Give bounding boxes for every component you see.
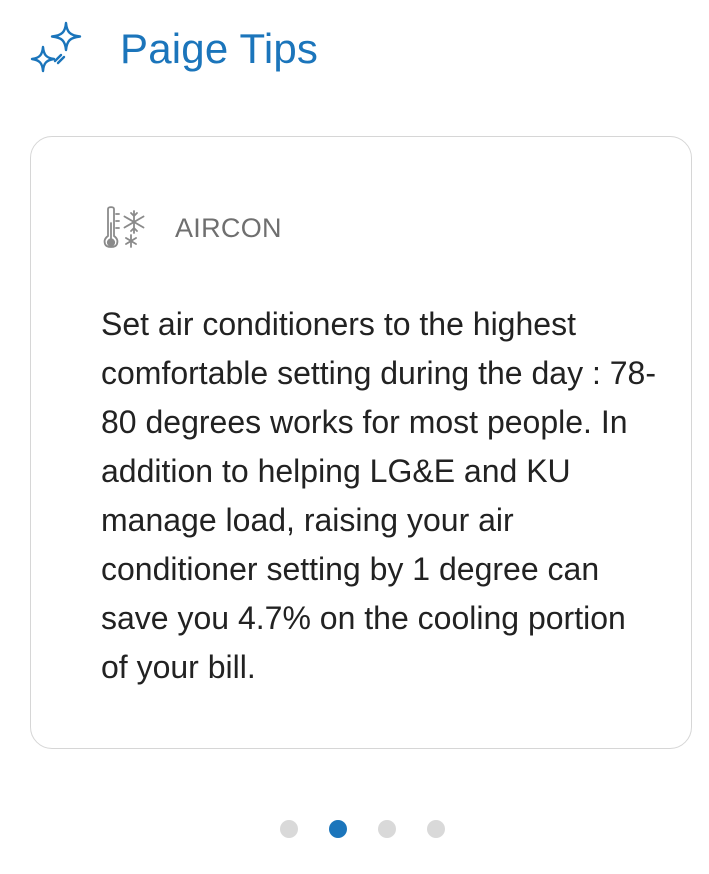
header: Paige Tips: [28, 18, 318, 78]
category-label: AIRCON: [175, 212, 282, 243]
pager-dot[interactable]: [427, 820, 445, 838]
tip-card[interactable]: AIRCON Set air conditioners to the highe…: [30, 136, 692, 749]
pager-dot[interactable]: [378, 820, 396, 838]
carousel-pager: [280, 820, 445, 838]
tip-text: Set air conditioners to the highest comf…: [101, 306, 656, 685]
pager-dot-active[interactable]: [329, 820, 347, 838]
pager-dot[interactable]: [280, 820, 298, 838]
page-title: Paige Tips: [120, 25, 319, 72]
tip-category: AIRCON: [101, 203, 282, 253]
thermometer-snowflake-icon: [103, 206, 145, 248]
sparkle-icon: [30, 21, 82, 73]
